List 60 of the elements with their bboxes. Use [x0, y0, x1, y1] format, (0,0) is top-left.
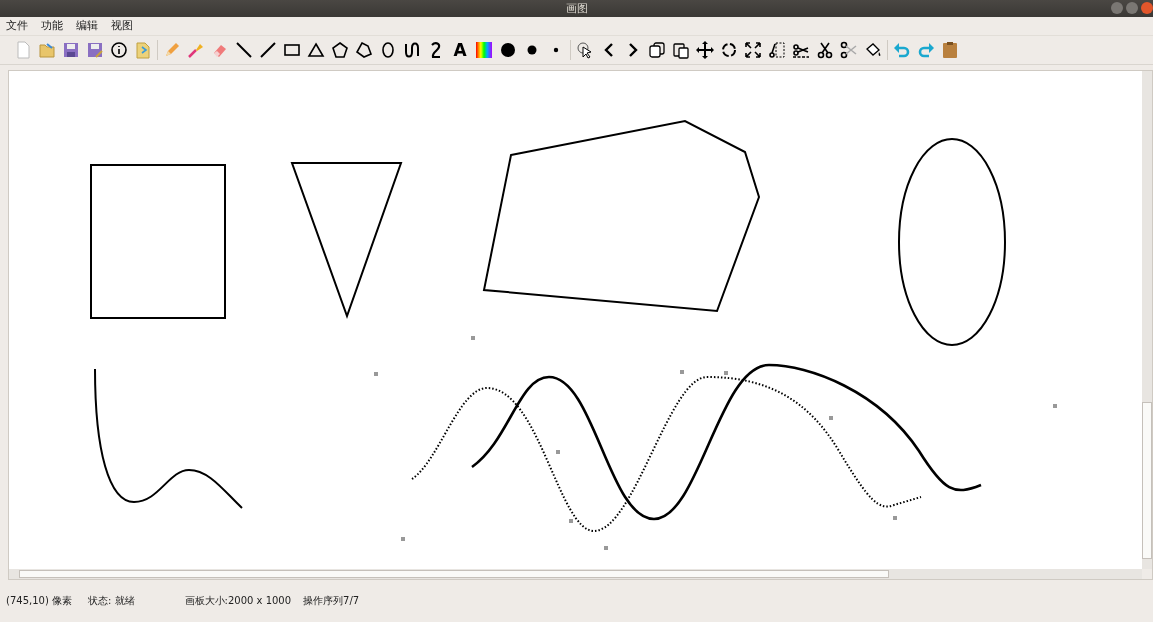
point-marker: [471, 336, 475, 340]
point-marker: [556, 450, 560, 454]
menu-item[interactable]: 功能: [41, 19, 63, 33]
copy-icon: [648, 41, 666, 59]
point-marker: [829, 416, 833, 420]
expand-arrows-icon: [744, 41, 762, 59]
line-icon: [259, 41, 277, 59]
point-marker: [680, 370, 684, 374]
scissors-icon: [816, 41, 834, 59]
triangle-icon: [307, 41, 325, 59]
move-arrows-icon: [696, 41, 714, 59]
save-as-icon: [86, 41, 104, 59]
horizontal-scrollbar[interactable]: [9, 569, 1142, 579]
paste-icon: [672, 41, 690, 59]
point-marker: [569, 519, 573, 523]
status-text: 操作序列7/7: [303, 594, 360, 608]
rotate-icon: [720, 41, 738, 59]
rectangle-icon: [283, 41, 301, 59]
point-marker: [1053, 404, 1057, 408]
paint-bucket-icon: [864, 41, 882, 59]
pointer-icon: [576, 41, 594, 59]
point-marker: [604, 546, 608, 550]
minimize-button[interactable]: [1111, 2, 1123, 14]
blank-page-icon: [14, 41, 32, 59]
pencil-icon: [163, 41, 181, 59]
polygon-icon: [355, 41, 373, 59]
close-button[interactable]: [1141, 2, 1153, 14]
save-icon: [62, 41, 80, 59]
menu-item[interactable]: 文件: [6, 19, 28, 33]
window-title: 画图: [565, 1, 588, 16]
info-icon: [110, 41, 128, 59]
ellipse-icon: [379, 41, 397, 59]
status-text: (745,10) 像素: [6, 594, 72, 608]
color-spectrum-icon: [475, 41, 493, 59]
scrollbar-thumb[interactable]: [1142, 402, 1152, 559]
scissors-icon: [840, 41, 858, 59]
point-marker: [374, 372, 378, 376]
scissors-selection-icon: [768, 41, 786, 59]
clipboard-icon: [941, 41, 959, 59]
pentagon-icon: [331, 41, 349, 59]
menu-item[interactable]: 视图: [111, 19, 133, 33]
brush-icon: [187, 41, 205, 59]
folder-arrow-icon: [134, 41, 152, 59]
vertical-scrollbar[interactable]: [1142, 71, 1152, 569]
maximize-button[interactable]: [1126, 2, 1138, 14]
dot-icon: [499, 41, 517, 59]
point-marker: [401, 537, 405, 541]
text-tool-button[interactable]: A: [448, 38, 472, 62]
scissors-line-icon: [792, 41, 810, 59]
point-marker: [893, 516, 897, 520]
undo-icon: [893, 41, 911, 59]
curve-icon: [403, 41, 421, 59]
status-text: 画板大小:2000 x 1000: [184, 594, 292, 608]
redo-icon: [917, 41, 935, 59]
line-icon: [235, 41, 253, 59]
folder-icon: [38, 41, 56, 59]
menu-item[interactable]: 编辑: [76, 19, 98, 33]
status-text: 状态: 就绪: [88, 594, 135, 608]
scrollbar-thumb[interactable]: [19, 570, 889, 578]
point-marker: [724, 371, 728, 375]
